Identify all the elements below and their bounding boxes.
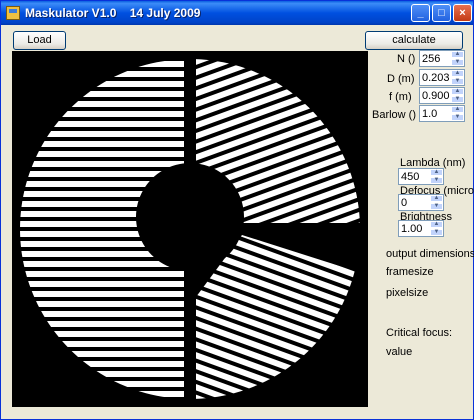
n-label: N () — [397, 53, 416, 65]
d-down-arrow-icon[interactable]: ▼ — [451, 78, 464, 85]
f-spinner[interactable]: ▲▼ — [419, 87, 465, 104]
lambda-input[interactable] — [401, 170, 432, 183]
d-input[interactable] — [422, 71, 453, 84]
horizontal-stripes — [20, 59, 184, 400]
barlow-spinner[interactable]: ▲▼ — [419, 105, 465, 122]
f-down-arrow-icon[interactable]: ▼ — [451, 96, 464, 103]
defocus-spinner[interactable]: ▲▼ — [398, 194, 444, 211]
n-down-arrow-icon[interactable]: ▼ — [451, 59, 464, 66]
maximize-button[interactable]: □ — [432, 4, 451, 22]
f-label: f (m) — [389, 91, 412, 103]
f-input[interactable] — [422, 89, 453, 102]
barlow-label: Barlow () — [372, 109, 417, 121]
lambda-up-arrow-icon[interactable]: ▲ — [430, 169, 443, 176]
lambda-spinner[interactable]: ▲▼ — [398, 168, 444, 185]
brightness-input[interactable] — [401, 222, 432, 235]
title-bar[interactable]: Maskulator V1.0 14 July 2009 _ □ × — [1, 1, 473, 25]
framesize-value: framesize — [386, 266, 434, 278]
mask-image — [12, 51, 368, 407]
bahtinov-mask-image — [20, 59, 361, 400]
load-mask-button[interactable]: Load mask — [13, 31, 66, 63]
barlow-down-arrow-icon[interactable]: ▼ — [451, 114, 464, 121]
calculate-button[interactable]: calculate — [365, 31, 463, 50]
output-dimensions-label: output dimensions: — [386, 248, 474, 260]
critical-focus-label: Critical focus: — [386, 327, 453, 339]
window-title: Maskulator V1.0 14 July 2009 — [25, 6, 201, 20]
defocus-input[interactable] — [401, 196, 432, 209]
d-label: D (m) — [387, 73, 415, 85]
barlow-up-arrow-icon[interactable]: ▲ — [451, 106, 464, 113]
defocus-down-arrow-icon[interactable]: ▼ — [430, 203, 443, 210]
critical-focus-value: value — [386, 346, 413, 358]
f-up-arrow-icon[interactable]: ▲ — [451, 88, 464, 95]
close-button[interactable]: × — [453, 4, 472, 22]
n-spinner[interactable]: ▲▼ — [419, 50, 465, 67]
defocus-up-arrow-icon[interactable]: ▲ — [430, 195, 443, 202]
app-window: Maskulator V1.0 14 July 2009 _ □ × Load … — [0, 0, 474, 420]
d-spinner[interactable]: ▲▼ — [419, 69, 465, 86]
brightness-up-arrow-icon[interactable]: ▲ — [430, 221, 443, 228]
n-input[interactable] — [422, 52, 453, 65]
brightness-spinner[interactable]: ▲▼ — [398, 220, 444, 237]
brightness-down-arrow-icon[interactable]: ▼ — [430, 229, 443, 236]
d-up-arrow-icon[interactable]: ▲ — [451, 70, 464, 77]
n-up-arrow-icon[interactable]: ▲ — [451, 51, 464, 58]
app-icon[interactable] — [6, 6, 20, 20]
pixelsize-value: pixelsize — [386, 287, 429, 299]
barlow-input[interactable] — [422, 107, 453, 120]
minimize-button[interactable]: _ — [411, 4, 430, 22]
lambda-down-arrow-icon[interactable]: ▼ — [430, 177, 443, 184]
